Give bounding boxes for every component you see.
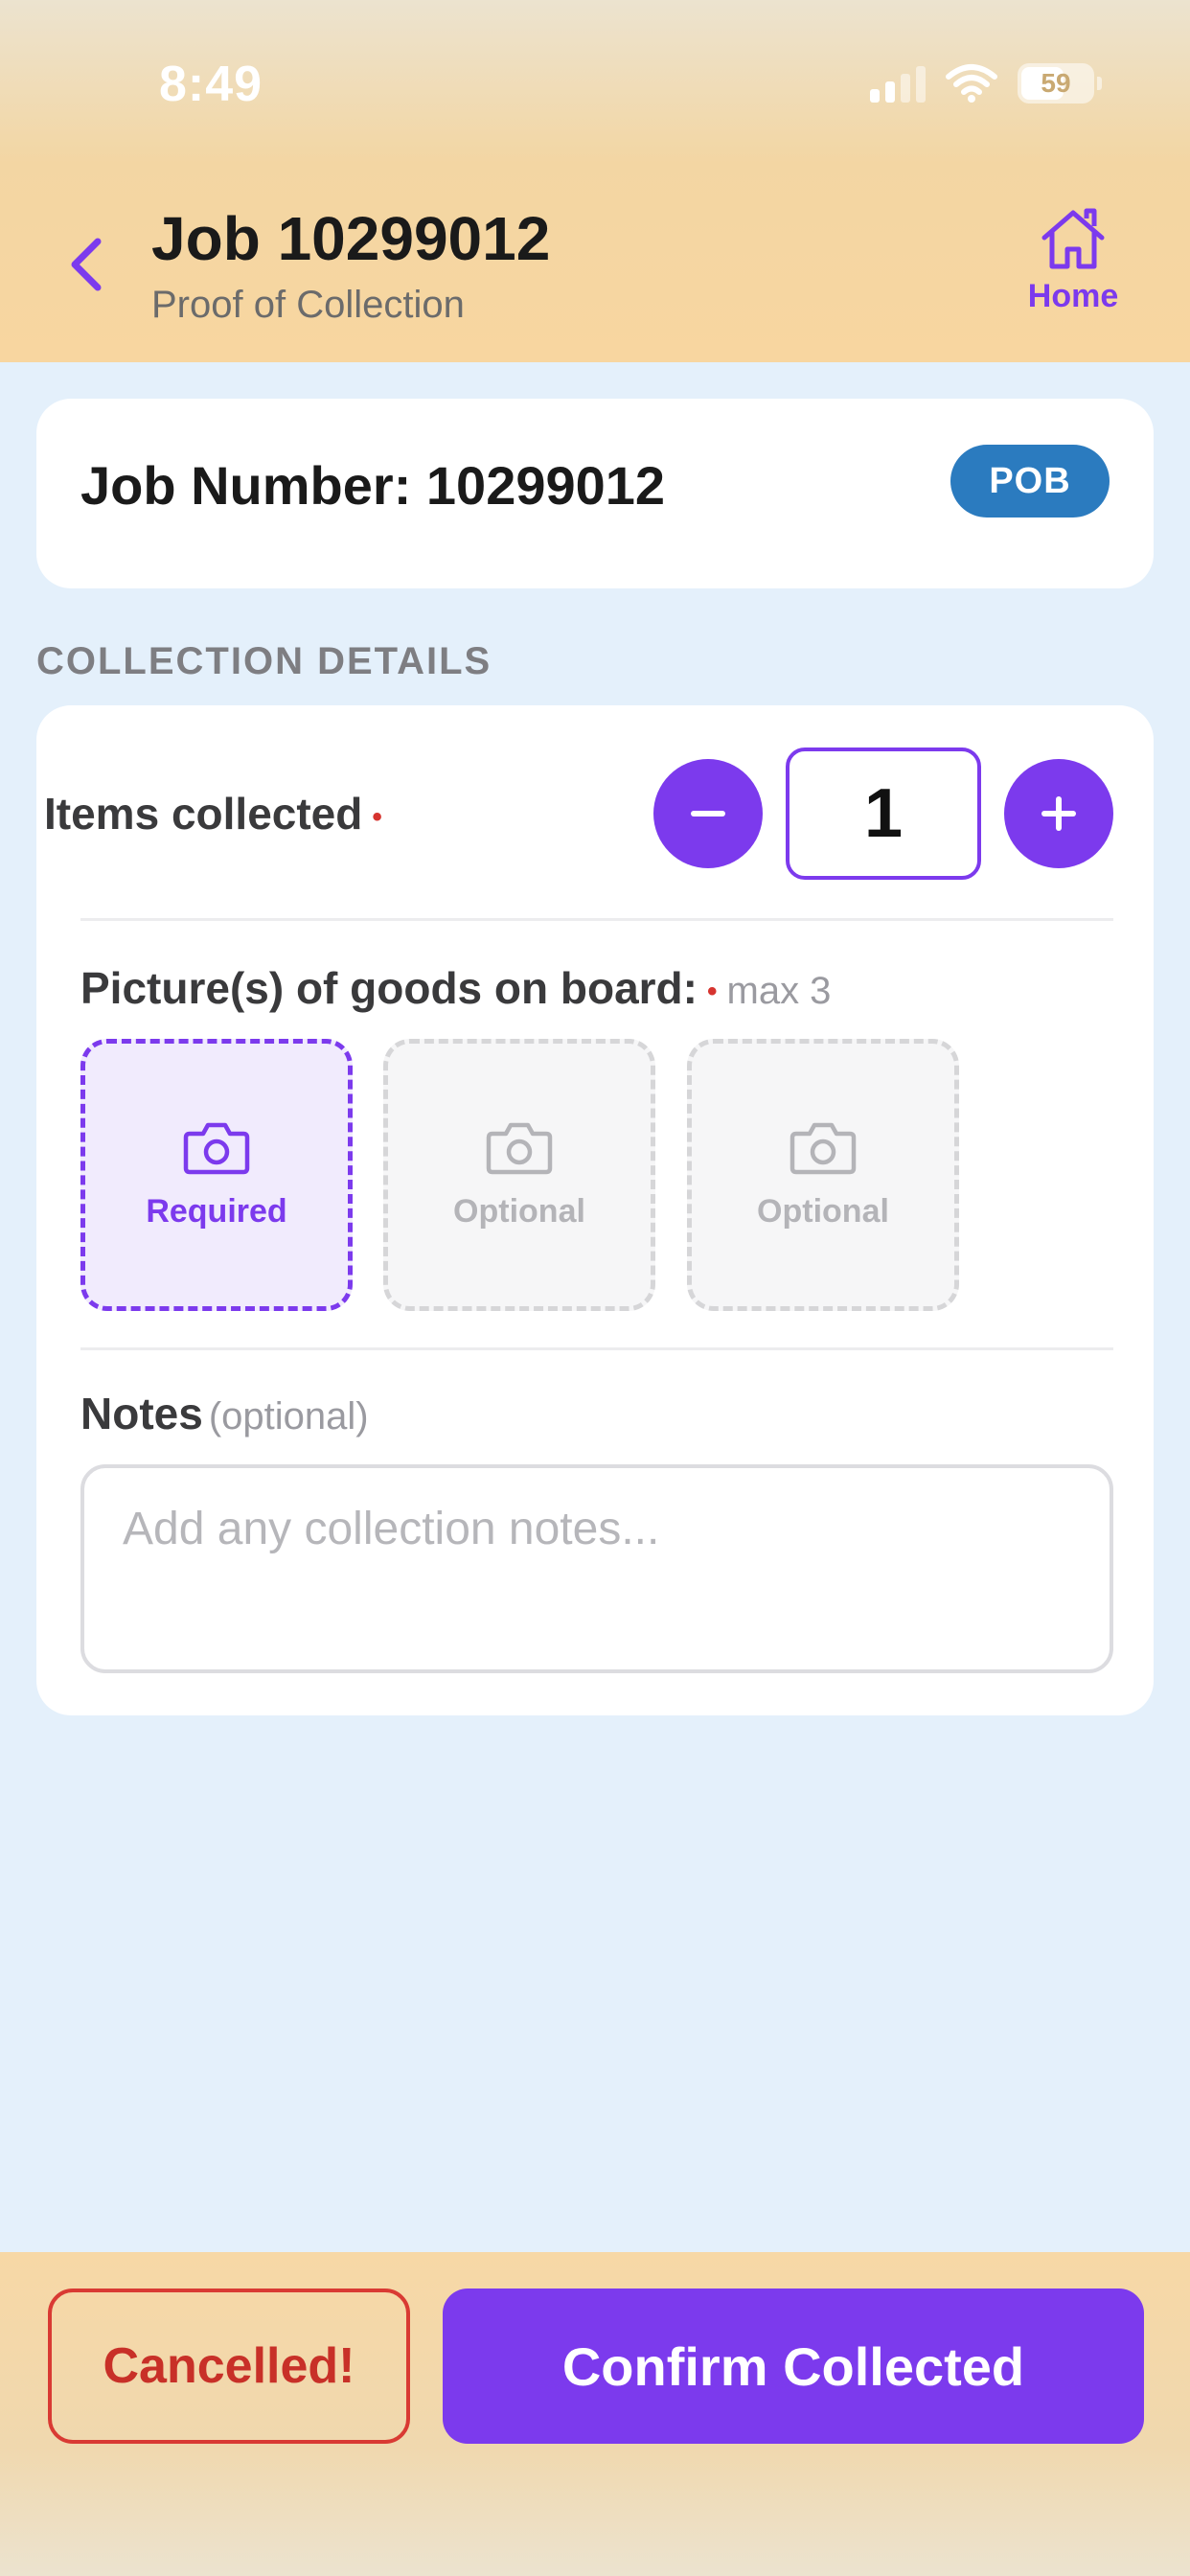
pictures-text: Picture(s) of goods on board:: [80, 963, 698, 1013]
home-label: Home: [1027, 278, 1119, 314]
camera-icon: [486, 1122, 553, 1174]
page-subtitle: Proof of Collection: [151, 284, 465, 326]
required-marker: •: [372, 800, 382, 833]
notes-label: Notes (optional): [80, 1388, 369, 1439]
page-title: Job 10299012: [151, 204, 551, 273]
divider: [80, 1347, 1113, 1350]
notes-input[interactable]: [80, 1464, 1113, 1673]
items-collected-text: Items collected: [44, 789, 363, 839]
minus-icon: [691, 811, 725, 816]
job-number: Job Number: 10299012: [80, 455, 666, 516]
wifi-icon: [946, 64, 997, 103]
increment-button[interactable]: [1004, 759, 1113, 868]
photo-slot-optional[interactable]: Optional: [687, 1039, 959, 1311]
plus-icon: [1041, 796, 1076, 831]
home-button[interactable]: Home: [996, 207, 1150, 322]
back-button[interactable]: [59, 230, 113, 299]
items-collected-label: Items collected •: [44, 788, 382, 840]
pictures-label: Picture(s) of goods on board: • max 3: [80, 962, 831, 1014]
photo-slot-label: Optional: [757, 1192, 889, 1230]
home-icon: [1041, 208, 1105, 269]
section-title: COLLECTION DETAILS: [36, 640, 492, 682]
confirm-collected-button[interactable]: Confirm Collected: [443, 2288, 1144, 2444]
photo-slot-required[interactable]: Required: [80, 1039, 353, 1311]
required-marker: •: [706, 975, 718, 1007]
max-photos-text: max 3: [726, 970, 832, 1012]
quantity-input[interactable]: 1: [786, 748, 981, 880]
status-icons: 59: [870, 59, 1102, 107]
photo-slot-label: Optional: [453, 1192, 585, 1230]
status-time: 8:49: [159, 57, 263, 112]
photo-slot-optional[interactable]: Optional: [383, 1039, 655, 1311]
battery-level: 59: [1041, 68, 1071, 98]
camera-icon: [790, 1122, 857, 1174]
signal-icon: [870, 64, 926, 103]
notes-optional-text: (optional): [208, 1395, 369, 1438]
job-card: Job Number: 10299012 POB: [36, 399, 1154, 588]
notes-text: Notes: [80, 1389, 203, 1438]
cancelled-button[interactable]: Cancelled!: [48, 2288, 410, 2444]
divider: [80, 918, 1113, 921]
decrement-button[interactable]: [653, 759, 763, 868]
battery-icon: 59: [1018, 63, 1102, 104]
status-badge: POB: [950, 445, 1110, 518]
chevron-left-icon: [71, 238, 102, 291]
photo-slot-label: Required: [146, 1192, 287, 1230]
camera-icon: [183, 1122, 250, 1174]
